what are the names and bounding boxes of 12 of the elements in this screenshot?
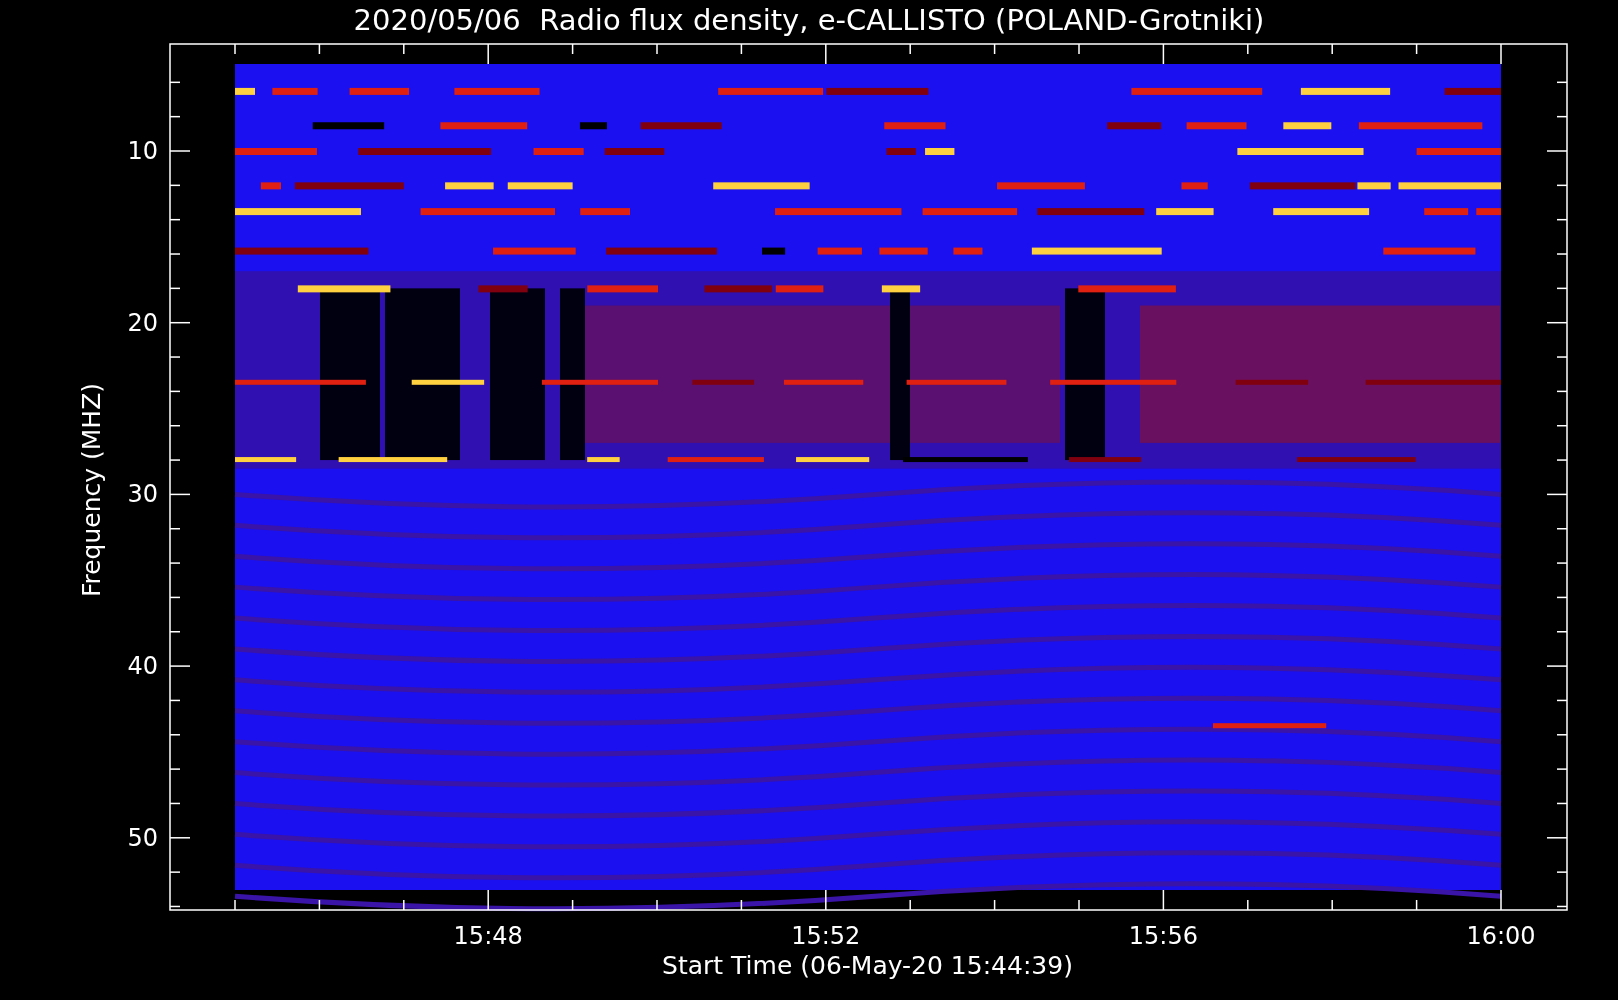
y-tick-label: 50 [126,823,158,852]
x-tick-label: 15:52 [790,922,862,950]
chart-title: 2020/05/06 Radio flux density, e-CALLISTO (POLAND-Grotniki) [352,2,1266,38]
y-tick-label: 30 [126,480,158,509]
y-tick-label: 10 [126,137,158,165]
y-tick-label: 40 [126,652,158,681]
x-axis-label: Start Time (06-May-20 15:44:39) [661,950,1074,982]
x-tick-label: 16:00 [1465,922,1537,950]
y-tick-label: 20 [126,308,158,337]
x-tick-label: 15:56 [1127,922,1199,950]
x-tick-label: 15:48 [452,922,524,950]
y-axis-label: Frequency (MHZ) [77,382,107,598]
